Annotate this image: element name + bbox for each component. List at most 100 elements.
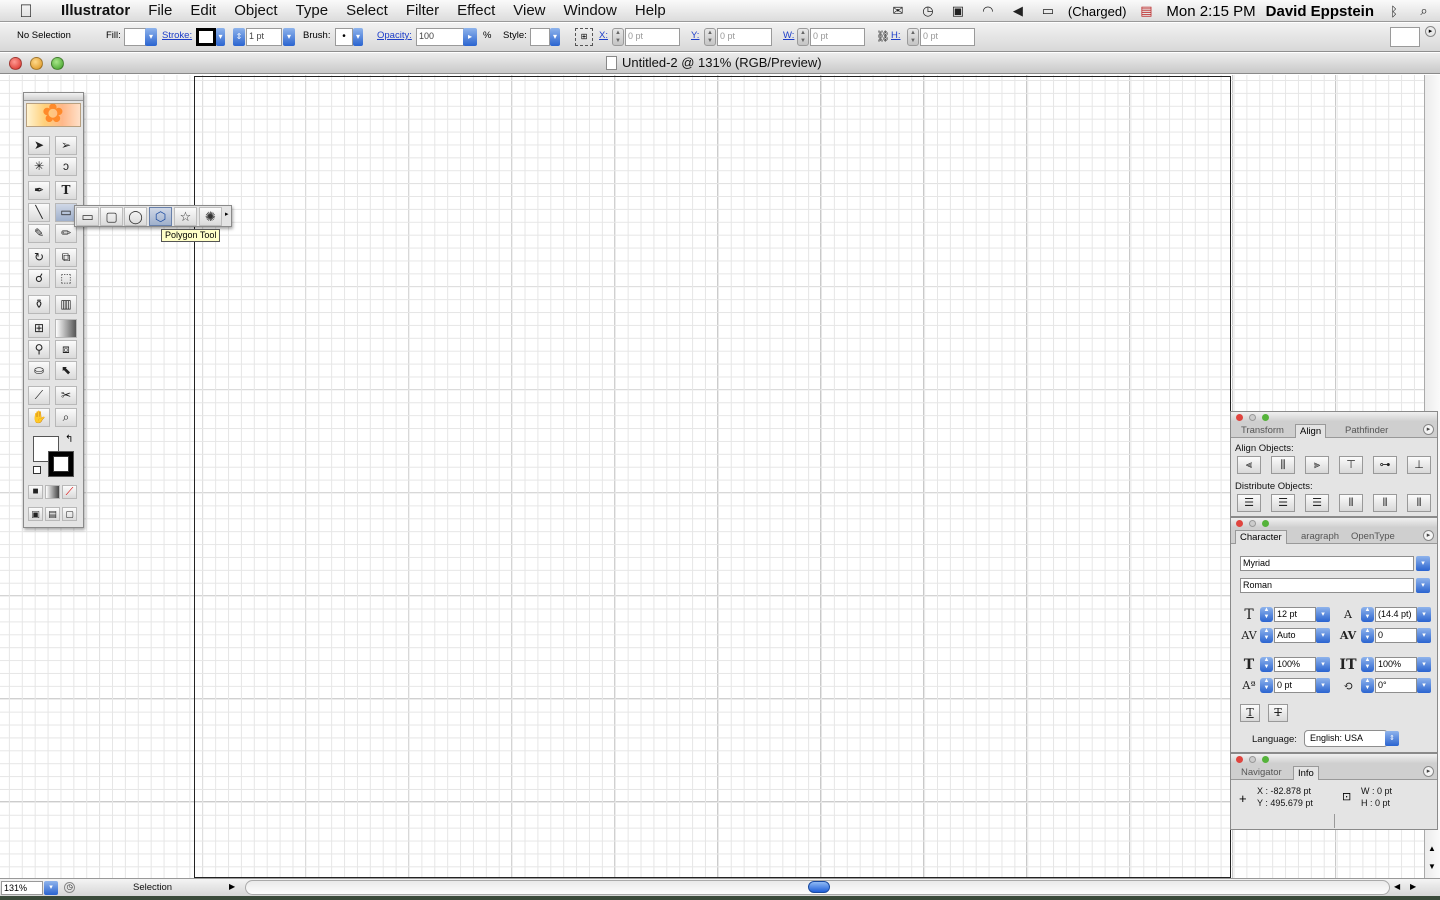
swap-colors-icon[interactable]: ↰ (65, 434, 73, 445)
menu-object[interactable]: Object (225, 0, 286, 22)
panel-zoom-icon[interactable] (1262, 520, 1269, 527)
opacity-dropdown[interactable]: ▸ (463, 28, 477, 46)
control-options-icon[interactable]: ▸ (1425, 26, 1436, 37)
style-dropdown[interactable]: ▾ (550, 28, 560, 46)
panel-minimize-icon[interactable] (1249, 520, 1256, 527)
time-machine-icon[interactable]: ◷ (918, 3, 938, 19)
battery-status[interactable]: (Charged) (1068, 4, 1127, 19)
kerning-stepper[interactable]: ▲ ▼ (1260, 628, 1273, 643)
menu-window[interactable]: Window (555, 0, 626, 22)
reference-point-icon[interactable]: ⊞ (575, 28, 593, 46)
baseline-shift-field[interactable]: 0 pt (1274, 678, 1316, 693)
minimize-window-icon[interactable] (30, 57, 43, 70)
panel-minimize-icon[interactable] (1249, 414, 1256, 421)
strikethrough-icon[interactable]: T (1268, 704, 1288, 722)
line-tool-icon[interactable]: ╲ (28, 203, 50, 222)
style-swatch[interactable] (530, 28, 550, 46)
artboard[interactable] (194, 76, 1231, 878)
brush-swatch[interactable]: • (335, 28, 353, 46)
full-screen-mode-icon[interactable]: ▢ (62, 507, 77, 521)
script-icon[interactable]: ▣ (948, 3, 968, 19)
color-mode-icon[interactable]: ■ (28, 485, 43, 499)
tracking-dropdown[interactable]: ▾ (1417, 628, 1431, 643)
zoom-window-icon[interactable] (51, 57, 64, 70)
scroll-down-icon[interactable]: ▼ (1428, 862, 1436, 871)
opacity-label[interactable]: Opacity: (377, 30, 412, 41)
tab-transform[interactable]: Transform (1237, 424, 1288, 438)
graph-tool-icon[interactable]: ▥ (55, 295, 77, 314)
menu-clock[interactable]: Mon 2:15 PM (1166, 3, 1255, 20)
menu-effect[interactable]: Effect (448, 0, 504, 22)
align-top-icon[interactable]: ⊤ (1339, 456, 1363, 474)
polygon-icon[interactable]: ⬡ (149, 207, 172, 226)
x-stepper[interactable]: ▲ ▼ (612, 28, 624, 46)
baseline-shift-stepper[interactable]: ▲ ▼ (1260, 678, 1273, 693)
language-dropdown[interactable]: ⇕ (1385, 731, 1399, 746)
baseline-shift-dropdown[interactable]: ▾ (1316, 678, 1330, 693)
distribute-vcenter-icon[interactable]: ☰ (1271, 494, 1295, 512)
font-style-dropdown[interactable]: ▾ (1416, 578, 1430, 593)
h-stepper[interactable]: ▲ ▼ (907, 28, 919, 46)
distribute-left-icon[interactable]: ⫴ (1339, 494, 1363, 512)
stroke-label[interactable]: Stroke: (162, 30, 192, 41)
leading-field[interactable]: (14.4 pt) (1375, 607, 1417, 622)
horizontal-scale-field[interactable]: 100% (1375, 657, 1417, 672)
panel-close-icon[interactable] (1236, 756, 1243, 763)
character-rotation-field[interactable]: 0° (1375, 678, 1417, 693)
spotlight-icon[interactable]: ⌕ (1414, 3, 1434, 19)
panel-close-icon[interactable] (1236, 414, 1243, 421)
fill-swatch[interactable] (124, 28, 146, 46)
star-icon[interactable]: ☆ (174, 207, 197, 226)
mesh-tool-icon[interactable]: ⊞ (28, 319, 50, 338)
live-paint-selection-tool-icon[interactable]: ⬉ (55, 361, 77, 380)
scroll-left-icon[interactable]: ◀ (1394, 882, 1400, 891)
language-select[interactable]: English: USA (1304, 730, 1388, 747)
live-paint-bucket-tool-icon[interactable]: ⛀ (28, 361, 50, 380)
font-size-stepper[interactable]: ▲ ▼ (1260, 607, 1273, 622)
zoom-field[interactable]: 131% (1, 881, 43, 895)
rectangle-icon[interactable]: ▭ (76, 207, 99, 226)
align-right-icon[interactable]: ⫸ (1305, 456, 1329, 474)
tracking-field[interactable]: 0 (1375, 628, 1417, 643)
constrain-link-icon[interactable]: ⛓ (876, 30, 890, 43)
pen-tool-icon[interactable]: ✒ (28, 181, 50, 200)
font-style-field[interactable]: Roman (1240, 578, 1414, 593)
selection-tool-icon[interactable]: ➤ (28, 136, 50, 155)
leading-stepper[interactable]: ▲ ▼ (1361, 607, 1374, 622)
panel-zoom-icon[interactable] (1262, 756, 1269, 763)
apple-icon[interactable]:  (18, 2, 34, 20)
panel-menu-icon[interactable]: ▸ (1423, 424, 1434, 435)
panel-close-icon[interactable] (1236, 520, 1243, 527)
menu-view[interactable]: View (504, 0, 554, 22)
menu-select[interactable]: Select (337, 0, 397, 22)
character-rotation-dropdown[interactable]: ▾ (1417, 678, 1431, 693)
battery-icon[interactable]: ▭ (1038, 3, 1058, 19)
panel-zoom-icon[interactable] (1262, 414, 1269, 421)
w-label[interactable]: W: (783, 30, 794, 41)
flare-icon[interactable]: ✺ (199, 207, 222, 226)
y-label[interactable]: Y: (691, 30, 699, 41)
zoom-tool-icon[interactable]: ⌕ (55, 408, 77, 427)
direct-selection-tool-icon[interactable]: ➢ (55, 136, 77, 155)
free-transform-tool-icon[interactable]: ⬚ (55, 269, 77, 288)
toolbox-titlebar[interactable] (24, 93, 83, 101)
vertical-scale-stepper[interactable]: ▲ ▼ (1260, 657, 1273, 672)
menu-help[interactable]: Help (626, 0, 675, 22)
bluetooth-icon[interactable]: ᛒ (1384, 3, 1404, 19)
menu-filter[interactable]: Filter (397, 0, 448, 22)
horizontal-scroll-thumb[interactable] (808, 881, 830, 893)
tracking-stepper[interactable]: ▲ ▼ (1361, 628, 1374, 643)
panel-menu-icon[interactable]: ▸ (1423, 766, 1434, 777)
hand-tool-icon[interactable]: ✋ (28, 408, 50, 427)
font-size-dropdown[interactable]: ▾ (1316, 607, 1330, 622)
align-left-icon[interactable]: ⫷ (1237, 456, 1261, 474)
stroke-color-swatch[interactable] (48, 451, 74, 477)
panel-menu-icon[interactable]: ▸ (1423, 530, 1434, 541)
vertical-scale-field[interactable]: 100% (1274, 657, 1316, 672)
scissors-tool-icon[interactable]: ✂ (55, 386, 77, 405)
scroll-up-icon[interactable]: ▲ (1428, 844, 1436, 853)
distribute-top-icon[interactable]: ☰ (1237, 494, 1261, 512)
underline-icon[interactable]: T (1240, 704, 1260, 722)
tab-character[interactable]: Character (1235, 530, 1287, 544)
align-vcenter-icon[interactable]: ⊶ (1373, 456, 1397, 474)
